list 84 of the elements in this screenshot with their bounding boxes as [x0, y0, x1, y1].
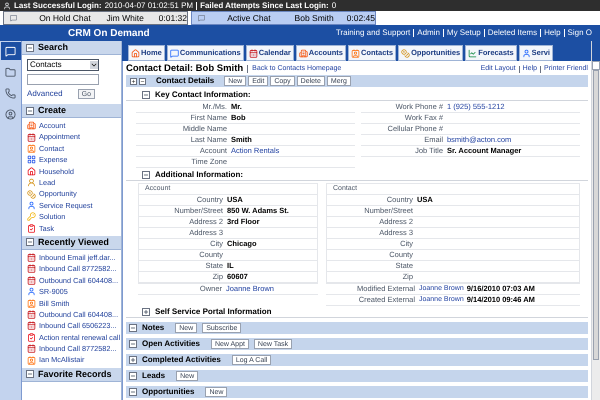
subsection-title: Key Contact Information: — [155, 89, 251, 101]
person-icon — [3, 2, 11, 10]
calendar-icon — [27, 132, 36, 142]
expand-icon[interactable] — [130, 78, 137, 84]
person-icon — [27, 287, 36, 296]
collapse-icon[interactable] — [142, 91, 150, 99]
person-icon — [522, 48, 531, 58]
chat-icon[interactable] — [0, 42, 20, 60]
header-link[interactable]: Deleted Items — [488, 27, 538, 39]
grid-icon — [27, 155, 36, 164]
collapse-icon[interactable] — [26, 238, 34, 246]
collapse-icon[interactable] — [26, 106, 34, 114]
section-title: Open Activities — [142, 338, 200, 350]
calendar-icon — [27, 264, 36, 274]
contact-card-icon — [27, 298, 36, 308]
person-icon — [27, 200, 36, 210]
section-title: Search — [38, 40, 68, 54]
chat-timer: 0:01:32 — [158, 12, 188, 24]
coins-icon — [401, 48, 410, 58]
calendar-icon — [248, 48, 258, 58]
page-title: Contact Detail: Bob Smith — [126, 62, 244, 76]
failed-count: 0 — [332, 2, 336, 10]
header-link[interactable]: Training and Support — [336, 27, 410, 39]
subsection-title: Additional Information: — [155, 169, 243, 181]
collapse-icon[interactable] — [26, 44, 34, 52]
chat-contact: Jim White — [106, 12, 145, 24]
section-title: Create — [38, 104, 66, 117]
login-label: Last Successful Login: — [14, 2, 102, 10]
chart-icon — [468, 48, 478, 58]
person-icon — [27, 178, 36, 188]
section-title: Opportunities — [142, 386, 194, 398]
search-field[interactable] — [27, 74, 99, 85]
scrollbar[interactable] — [591, 41, 600, 400]
building-icon — [298, 48, 308, 58]
expand-icon[interactable] — [142, 308, 150, 316]
house-icon — [27, 166, 36, 176]
calendar-icon — [27, 253, 36, 262]
chat-icon — [170, 48, 179, 58]
toolbar-title: Contact Details — [156, 75, 214, 87]
chat-session[interactable]: Active Chat Bob Smith 0:02:45 — [191, 11, 376, 25]
collapse-icon[interactable] — [129, 372, 137, 380]
house-icon — [131, 48, 140, 58]
header-link[interactable]: My Setup — [446, 27, 481, 39]
section-title: Leads — [142, 370, 166, 382]
section-title: Favorite Records — [38, 368, 112, 381]
header-link[interactable]: Sign O — [568, 27, 592, 39]
collapse-icon[interactable] — [129, 324, 137, 332]
header-link[interactable]: Help — [544, 27, 561, 39]
subsection-title: Self Service Portal Information — [155, 306, 272, 318]
contact-card-icon — [27, 356, 36, 365]
expand-icon[interactable] — [129, 356, 137, 364]
chat-session[interactable]: On Hold Chat Jim White 0:01:32 — [3, 11, 188, 25]
collapse-icon[interactable] — [26, 370, 34, 378]
calendar-icon — [27, 310, 36, 320]
failed-label: Failed Attempts Since Last Login: — [196, 2, 329, 10]
chat-status: On Hold Chat — [39, 12, 92, 24]
product-name: CRM On Demand — [68, 26, 150, 40]
section-title: Recently Viewed — [38, 236, 109, 249]
chat-timer: 0:02:45 — [346, 12, 376, 24]
clipboard-icon — [27, 332, 36, 342]
chat-status: Active Chat — [227, 12, 272, 24]
collapse-icon[interactable] — [129, 388, 137, 396]
login-time: 2010-04-07 01:02:51 PM — [104, 2, 194, 10]
collapse-icon[interactable] — [142, 171, 150, 179]
contact-card-icon — [350, 48, 360, 58]
header-link[interactable]: Admin — [417, 27, 440, 39]
contact-card-icon — [27, 144, 36, 153]
search-type-select[interactable]: Contacts — [27, 59, 99, 71]
calendar-icon — [27, 276, 36, 285]
key-icon — [27, 212, 36, 222]
calendar-icon — [27, 344, 36, 354]
chat-contact: Bob Smith — [294, 12, 335, 24]
clipboard-icon — [27, 224, 36, 233]
collapse-icon[interactable] — [129, 340, 137, 348]
section-title: Completed Activities — [142, 354, 221, 366]
section-title: Notes — [142, 322, 164, 334]
building-icon — [27, 121, 36, 130]
collapse-icon[interactable] — [139, 78, 146, 84]
calendar-icon — [27, 321, 36, 330]
chat-icon — [10, 14, 18, 22]
chat-icon — [198, 14, 206, 22]
advanced-link[interactable]: Advanced — [27, 88, 63, 100]
dropdown-arrow-icon[interactable] — [90, 61, 98, 69]
coins-icon — [27, 190, 36, 199]
